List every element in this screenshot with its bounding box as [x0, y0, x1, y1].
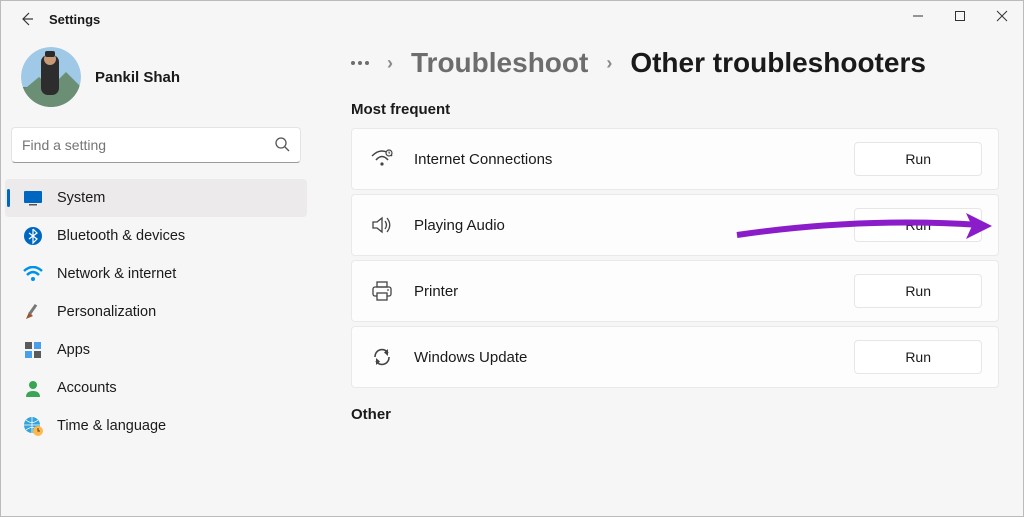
- sidebar-item-label: Network & internet: [57, 266, 176, 282]
- breadcrumb-current: Other troubleshooters: [630, 47, 926, 79]
- sidebar-item-personalization[interactable]: Personalization: [1, 293, 311, 331]
- window-title: Settings: [49, 12, 100, 27]
- minimize-button[interactable]: [897, 1, 939, 31]
- breadcrumb-overflow[interactable]: [351, 61, 369, 65]
- user-name: Pankil Shah: [95, 69, 180, 86]
- troubleshooter-label: Windows Update: [414, 349, 527, 366]
- section-title-most-frequent: Most frequent: [351, 101, 999, 118]
- sidebar-item-label: Bluetooth & devices: [57, 228, 185, 244]
- avatar: [21, 47, 81, 107]
- sidebar-item-accounts[interactable]: Accounts: [1, 369, 311, 407]
- sync-icon: [368, 343, 396, 371]
- breadcrumb-prev[interactable]: Troubleshoot: [411, 47, 588, 79]
- globe-clock-icon: [23, 416, 43, 436]
- sidebar-item-label: Apps: [57, 342, 90, 358]
- apps-icon: [23, 340, 43, 360]
- sidebar-item-label: Time & language: [57, 418, 166, 434]
- speaker-icon: [368, 211, 396, 239]
- troubleshooter-printer[interactable]: Printer Run: [351, 260, 999, 322]
- run-button[interactable]: Run: [854, 208, 982, 242]
- search-icon: [274, 136, 290, 155]
- bluetooth-icon: [23, 226, 43, 246]
- troubleshooter-windows-update[interactable]: Windows Update Run: [351, 326, 999, 388]
- run-button[interactable]: Run: [854, 142, 982, 176]
- sidebar-item-label: Personalization: [57, 304, 156, 320]
- sidebar-item-time[interactable]: Time & language: [1, 407, 311, 445]
- wifi-icon: [23, 264, 43, 284]
- run-button[interactable]: Run: [854, 340, 982, 374]
- troubleshooter-label: Printer: [414, 283, 458, 300]
- breadcrumb: › Troubleshoot › Other troubleshooters: [351, 47, 999, 79]
- paintbrush-icon: [23, 302, 43, 322]
- search-input[interactable]: [22, 137, 274, 153]
- run-button[interactable]: Run: [854, 274, 982, 308]
- sidebar-item-label: System: [57, 190, 105, 206]
- sidebar-item-system[interactable]: System: [5, 179, 307, 217]
- close-button[interactable]: [981, 1, 1023, 31]
- chevron-right-icon: ›: [606, 53, 612, 74]
- system-icon: [23, 188, 43, 208]
- chevron-right-icon: ›: [387, 53, 393, 74]
- troubleshooter-label: Playing Audio: [414, 217, 505, 234]
- printer-icon: [368, 277, 396, 305]
- user-profile[interactable]: Pankil Shah: [1, 37, 311, 127]
- sidebar-item-bluetooth[interactable]: Bluetooth & devices: [1, 217, 311, 255]
- sidebar-item-apps[interactable]: Apps: [1, 331, 311, 369]
- troubleshooter-audio[interactable]: Playing Audio Run: [351, 194, 999, 256]
- troubleshooter-internet[interactable]: Internet Connections Run: [351, 128, 999, 190]
- troubleshooter-label: Internet Connections: [414, 151, 552, 168]
- maximize-button[interactable]: [939, 1, 981, 31]
- sidebar-item-label: Accounts: [57, 380, 117, 396]
- person-icon: [23, 378, 43, 398]
- search-box[interactable]: [11, 127, 301, 163]
- sidebar-item-network[interactable]: Network & internet: [1, 255, 311, 293]
- back-button[interactable]: [13, 5, 41, 33]
- wifi-icon: [368, 145, 396, 173]
- section-title-other: Other: [351, 406, 999, 423]
